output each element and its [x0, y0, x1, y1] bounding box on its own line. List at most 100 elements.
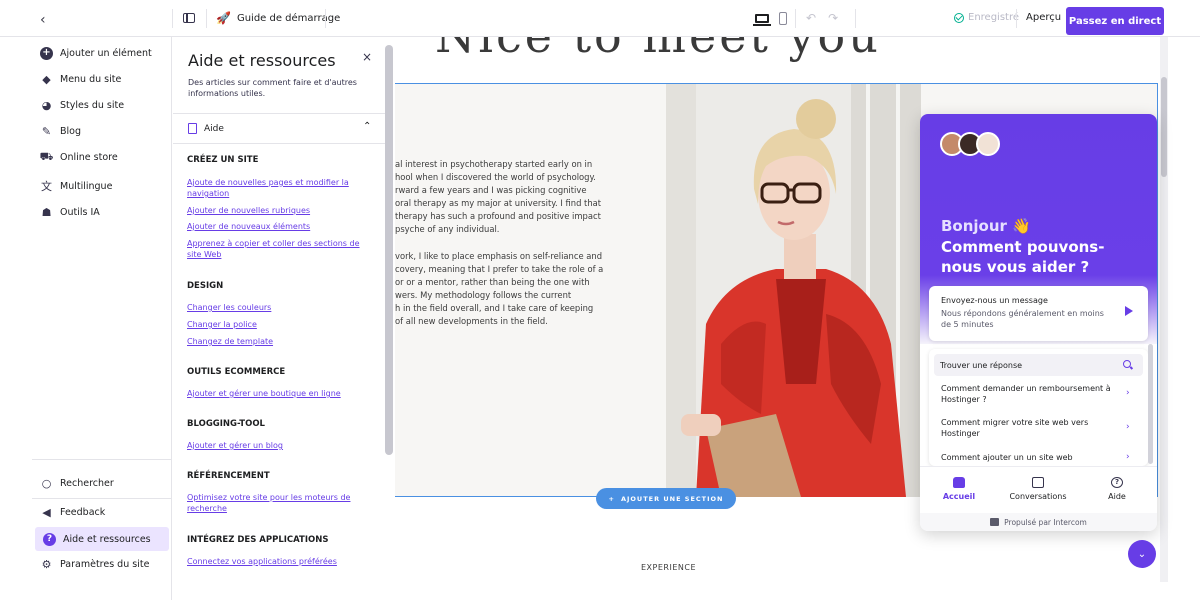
undo-icon[interactable]: ↶ [806, 11, 816, 25]
panel-title: Aide et ressources [188, 51, 336, 70]
nav-label: Aide et ressources [63, 533, 151, 545]
chevron-right-icon: › [1126, 452, 1130, 462]
help-link[interactable]: Changez de template [187, 336, 375, 347]
nav-site-styles[interactable]: ◕ Styles du site [32, 93, 172, 117]
nav-feedback[interactable]: ◀ Feedback [32, 500, 172, 524]
aide-label: Aide [204, 123, 224, 134]
find-answer-search[interactable]: Trouver une réponse [934, 354, 1143, 376]
nav-label: Blog [60, 125, 81, 137]
bio-text[interactable]: al interest in psychotherapy started ear… [395, 158, 610, 342]
powered-by[interactable]: Propulsé par Intercom [920, 513, 1157, 531]
publish-button[interactable]: Passez en direct [1066, 7, 1164, 35]
add-section-button[interactable]: + AJOUTER UNE SECTION [596, 488, 736, 509]
help-link[interactable]: Changer les couleurs [187, 302, 375, 313]
divider [855, 9, 856, 28]
faq-item[interactable]: Comment migrer votre site web vers Hosti… [941, 417, 1111, 439]
book-icon [188, 123, 197, 134]
getting-started-guide-button[interactable]: 🚀 Guide de démarrage [216, 11, 340, 25]
top-bar: ‹ 🚀 Guide de démarrage ↶ ↷ Enregistré Ap… [0, 0, 1200, 37]
rocket-icon: 🚀 [216, 11, 231, 25]
nav-label: Online store [60, 151, 118, 163]
divider [1016, 9, 1017, 28]
find-answer-card: Trouver une réponse Comment demander un … [929, 349, 1148, 466]
check-circle-icon [954, 12, 964, 23]
help-link[interactable]: Optimisez votre site pour les moteurs de… [187, 492, 375, 514]
divider [325, 9, 326, 28]
nav-blog[interactable]: ✎ Blog [32, 119, 172, 143]
experience-heading[interactable]: EXPERIENCE [641, 563, 696, 572]
section-headline[interactable]: Nice to meet you [435, 37, 881, 63]
divider [32, 459, 172, 460]
divider [173, 143, 385, 144]
plus-circle-icon: + [40, 46, 53, 60]
left-sidebar: + Ajouter un élément ◆ Menu du site ◕ St… [32, 37, 172, 600]
help-link[interactable]: Apprenez à copier et coller des sections… [187, 238, 375, 260]
section-title: DESIGN [187, 281, 224, 291]
divider [206, 9, 207, 28]
nav-label: Paramètres du site [60, 558, 150, 570]
bio-paragraph: al interest in psychotherapy started ear… [395, 159, 602, 234]
help-link[interactable]: Connectez vos applications préférées [187, 556, 375, 567]
tab-label: Accueil [942, 492, 976, 501]
aide-accordion[interactable]: Aide [188, 123, 224, 134]
home-icon [953, 477, 965, 488]
layers-icon: ◆ [42, 72, 51, 86]
mobile-view-icon[interactable] [779, 12, 787, 25]
edit-icon: ✎ [41, 124, 52, 138]
faq-item[interactable]: Comment demander un remboursement à Host… [941, 383, 1111, 405]
robot-icon: ☗ [41, 205, 52, 219]
nav-site-menu[interactable]: ◆ Menu du site [32, 67, 172, 91]
chat-icon [1032, 477, 1044, 488]
search-icon: ○ [41, 476, 52, 490]
help-link[interactable]: Ajouter de nouveaux éléments [187, 221, 375, 232]
nav-ai-tools[interactable]: ☗ Outils IA [32, 200, 172, 224]
nav-label: Menu du site [60, 73, 122, 85]
back-chevron-icon[interactable]: ‹ [40, 12, 46, 28]
powered-label: Propulsé par Intercom [1004, 517, 1087, 527]
nav-site-settings[interactable]: ⚙ Paramètres du site [32, 552, 172, 576]
help-link[interactable]: Ajouter et gérer une boutique en ligne [187, 388, 375, 399]
help-link[interactable]: Ajouter et gérer un blog [187, 440, 375, 451]
saved-label: Enregistré [968, 12, 1020, 23]
undo-redo: ↶ ↷ [806, 11, 838, 25]
section-title: INTÉGREZ DES APPLICATIONS [187, 535, 329, 545]
intercom-launcher-chevron-icon[interactable]: ⌄ [1128, 540, 1156, 568]
help-icon: ? [43, 532, 56, 546]
tab-help[interactable]: ? Aide [1082, 477, 1152, 501]
add-section-label: AJOUTER UNE SECTION [620, 494, 724, 503]
translate-icon: 文 [41, 180, 52, 193]
help-panel: Aide et ressources × Des articles sur co… [173, 37, 395, 582]
intercom-scrollbar[interactable] [1148, 344, 1153, 464]
portrait-image[interactable] [666, 84, 921, 497]
desktop-view-icon[interactable] [753, 14, 771, 26]
tab-label: Conversations [1009, 492, 1067, 501]
nav-search[interactable]: ○ Rechercher [32, 471, 172, 495]
intercom-tabs: Accueil Conversations ? Aide [920, 466, 1157, 514]
tab-home[interactable]: Accueil [924, 477, 994, 501]
help-link[interactable]: Changer la police [187, 319, 375, 330]
panel-scrollbar[interactable] [385, 45, 393, 455]
nav-label: Multilingue [60, 180, 113, 192]
faq-item[interactable]: Comment ajouter un un site web [941, 452, 1111, 463]
canvas-scrollbar[interactable] [1160, 37, 1168, 582]
redo-icon[interactable]: ↷ [828, 11, 838, 25]
chevron-up-icon[interactable]: ⌃ [363, 121, 371, 132]
preview-button[interactable]: Aperçu [1026, 12, 1061, 23]
send-message-card[interactable]: Envoyez-nous un message Nous répondons g… [929, 286, 1148, 341]
sidebar-toggle-icon[interactable] [183, 13, 195, 23]
scrollbar-thumb[interactable] [1161, 77, 1167, 177]
intercom-widget: Bonjour 👋 Comment pouvons-nous vous aide… [920, 114, 1157, 531]
nav-multilingual[interactable]: 文 Multilingue [32, 174, 172, 198]
help-link[interactable]: Ajouter de nouvelles rubriques [187, 205, 375, 216]
question-icon: ? [1111, 477, 1123, 488]
nav-help-resources[interactable]: ? Aide et ressources [35, 527, 169, 551]
nav-add-element[interactable]: + Ajouter un élément [32, 41, 172, 65]
divider [172, 9, 173, 28]
tab-conversations[interactable]: Conversations [1003, 477, 1073, 501]
help-link[interactable]: Ajoute de nouvelles pages et modifier la… [187, 177, 375, 199]
chevron-right-icon: › [1126, 388, 1130, 398]
message-subtitle: Nous répondons généralement en moins de … [941, 309, 1104, 329]
nav-online-store[interactable]: ⛟ Online store [32, 145, 172, 169]
close-icon[interactable]: × [362, 50, 372, 64]
tab-label: Aide [1108, 492, 1126, 501]
